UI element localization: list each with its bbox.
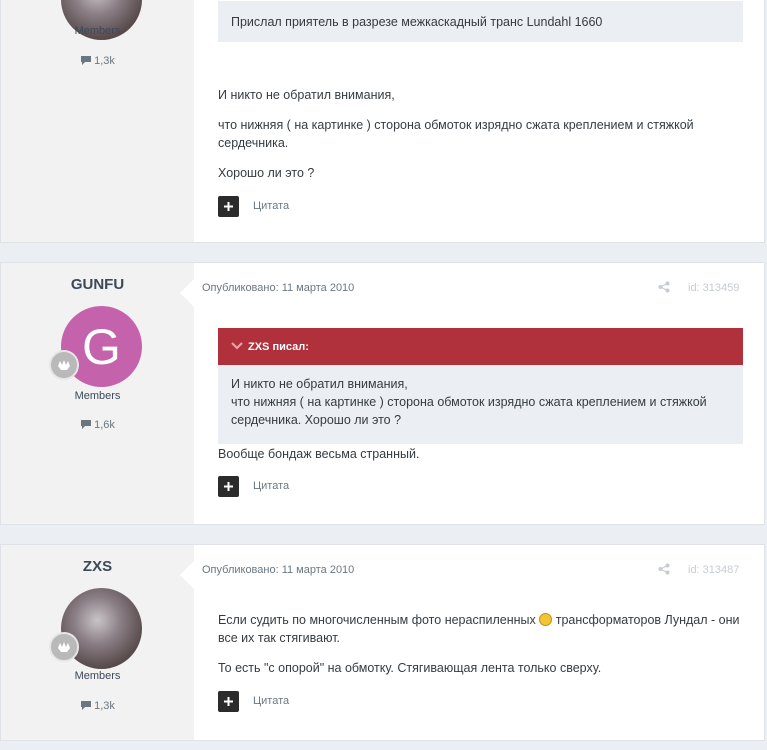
post-paragraph: Если судить по многочисленным фото нерас… xyxy=(218,613,740,645)
smiley-icon xyxy=(539,613,553,626)
comment-icon xyxy=(81,701,92,710)
quote-line: И никто не обратил внимания, xyxy=(231,377,408,391)
comment-icon xyxy=(81,420,92,429)
member-group: Members xyxy=(74,390,121,402)
plus-icon xyxy=(224,482,233,491)
post-paragraph: что нижняя ( на картинке ) сторона обмот… xyxy=(218,118,694,150)
member-group: Members xyxy=(74,25,121,37)
post-date[interactable]: Опубликовано: 11 марта 2010 xyxy=(202,282,354,294)
post-id[interactable]: id: 313487 xyxy=(688,564,739,576)
comment-icon xyxy=(81,56,92,65)
post-count: 1,3k xyxy=(1,55,194,67)
quote-header: ZXS писал: xyxy=(218,328,743,365)
share-icon[interactable] xyxy=(658,280,670,298)
post-3: ZXS Members 1,3k Опубликовано: 11 марта … xyxy=(0,544,765,741)
quote-button[interactable]: Цитата xyxy=(253,480,289,492)
quote-button[interactable]: Цитата xyxy=(253,695,289,707)
post-paragraph: Хорошо ли это ? xyxy=(218,166,315,180)
rank-badge-icon xyxy=(49,350,79,380)
author-panel: ZXS Members 1,3k xyxy=(1,545,194,740)
quote-body: И никто не обратил внимания, что нижняя … xyxy=(218,365,743,444)
post-paragraph: Вообще бондаж весьма странный. xyxy=(218,447,420,461)
post-id[interactable]: id: 313459 xyxy=(688,282,739,294)
author-name[interactable]: ZXS xyxy=(1,558,194,575)
post-arrow xyxy=(180,561,194,589)
rank-badge-icon xyxy=(49,632,79,662)
multiquote-button[interactable] xyxy=(218,476,239,497)
post-count: 1,3k xyxy=(1,700,194,712)
quote-line: что нижняя ( на картинке ) сторона обмот… xyxy=(231,395,707,427)
member-group: Members xyxy=(74,670,121,682)
plus-icon xyxy=(224,697,233,706)
post-1: Members 1,3k Прислал приятель в разрезе … xyxy=(0,0,765,243)
multiquote-button[interactable] xyxy=(218,196,239,217)
author-name[interactable]: GUNFU xyxy=(1,276,194,293)
multiquote-button[interactable] xyxy=(218,691,239,712)
plus-icon xyxy=(224,202,233,211)
post-paragraph: И никто не обратил внимания, xyxy=(218,88,395,102)
author-panel: Members 1,3k xyxy=(1,0,194,242)
post-2: GUNFU G Members 1,6k Опубликовано: 11 ма… xyxy=(0,262,765,525)
chevron-down-icon xyxy=(231,342,243,350)
post-count: 1,6k xyxy=(1,419,194,431)
quote-text: Прислал приятель в разрезе межкаскадный … xyxy=(231,15,603,29)
share-icon[interactable] xyxy=(658,562,670,580)
quote-button[interactable]: Цитата xyxy=(253,200,289,212)
author-panel: GUNFU G Members 1,6k xyxy=(1,263,194,524)
post-date[interactable]: Опубликовано: 11 марта 2010 xyxy=(202,564,354,576)
post-arrow xyxy=(180,279,194,307)
quote-body: Прислал приятель в разрезе межкаскадный … xyxy=(218,1,743,42)
post-paragraph: То есть "с опорой" на обмотку. Стягивающ… xyxy=(218,661,602,675)
